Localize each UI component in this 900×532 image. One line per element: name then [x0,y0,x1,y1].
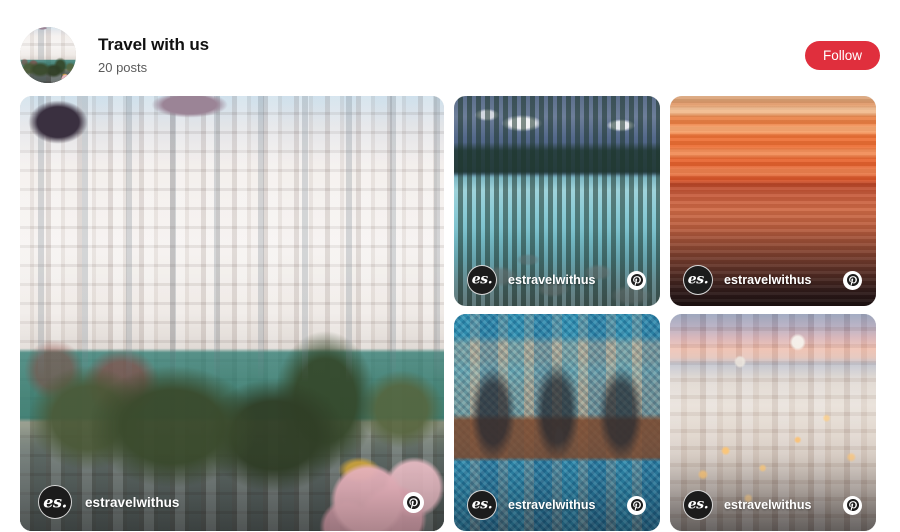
profile-header: Travel with us 20 posts Follow [20,24,880,86]
pinterest-feed-widget: Travel with us 20 posts Follow es. estra… [0,0,900,532]
watermark-username: estravelwithus [724,498,812,512]
brand-logo-icon: es. [467,490,497,520]
watermark-bar: es. estravelwithus [670,479,876,531]
avatar[interactable] [20,27,76,83]
pinterest-icon[interactable] [843,495,862,515]
brand-logo-icon: es. [683,490,713,520]
follow-button[interactable]: Follow [804,40,880,70]
pinterest-icon[interactable] [627,495,646,515]
watermark-bar: es. estravelwithus [670,254,876,306]
brand-logo-icon: es. [683,265,713,295]
brand-logo-text: es. [471,496,493,513]
grid-item-sunset[interactable]: es. estravelwithus [670,96,876,306]
grid-item-mosque[interactable]: es. estravelwithus [454,314,660,531]
post-image-istanbul [20,96,444,531]
watermark-bar: es. estravelwithus [20,473,444,531]
brand-logo-icon: es. [38,485,72,519]
watermark-bar: es. estravelwithus [454,479,660,531]
grid-item-istanbul[interactable]: es. estravelwithus [20,96,444,531]
brand-logo-text: es. [471,271,493,288]
post-count: 20 posts [98,59,148,75]
brand-logo-icon: es. [467,265,497,295]
watermark-username: estravelwithus [724,273,812,287]
profile-text-block: Travel with us 20 posts [98,35,209,76]
avatar-image [20,27,76,83]
watermark-username: estravelwithus [508,273,596,287]
pinterest-icon[interactable] [627,270,646,290]
media-grid: es. estravelwithus es. estravelwithus es… [20,96,878,531]
watermark-username: estravelwithus [508,498,596,512]
brand-logo-text: es. [687,496,709,513]
watermark-bar: es. estravelwithus [454,254,660,306]
pinterest-icon[interactable] [843,270,862,290]
grid-item-lake[interactable]: es. estravelwithus [454,96,660,306]
grid-item-santorini[interactable]: es. estravelwithus [670,314,876,531]
page-title: Travel with us [98,34,210,54]
brand-logo-text: es. [43,492,67,511]
pinterest-icon[interactable] [403,491,424,513]
watermark-username: estravelwithus [85,494,180,510]
brand-logo-text: es. [687,271,709,288]
